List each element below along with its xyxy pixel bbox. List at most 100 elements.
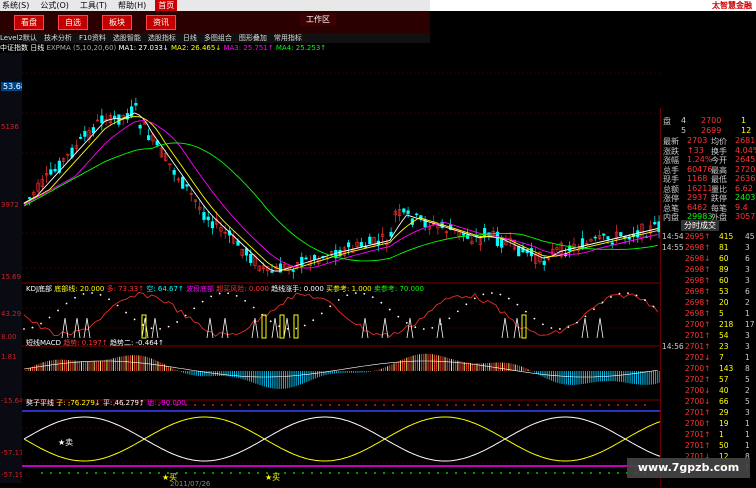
candle-body — [653, 222, 657, 225]
signal-dot — [446, 404, 448, 406]
tick-tab[interactable]: 分时成交 — [681, 220, 719, 231]
signal-dot — [230, 472, 232, 474]
kdj-dot — [235, 294, 238, 297]
candle-body — [415, 213, 419, 216]
tick-count: 3 — [745, 243, 750, 252]
overlay-dropdown[interactable]: 图形叠加 — [239, 33, 267, 43]
signal-dot — [419, 472, 421, 474]
level2-dropdown[interactable]: Level2默认 — [0, 33, 37, 43]
chart-info-bar: 中证指数 日线 EXPMA (5,10,20,60) MA1: 27.033↓ … — [0, 43, 660, 53]
tick-volume: 54 — [719, 331, 729, 340]
menu-help[interactable]: 帮助(H) — [116, 0, 146, 11]
left-sidebar: 5136 3972 15.69 43.29 8.00 1.81 -15.64 -… — [0, 53, 24, 483]
quote-value: 2636 — [735, 174, 756, 183]
kdj-dot — [405, 321, 408, 324]
signal-dot — [221, 472, 223, 474]
sector-button[interactable]: 板块 — [102, 14, 132, 30]
tick-volume: 53 — [719, 287, 729, 296]
candle-body — [270, 270, 274, 273]
signal-dot — [401, 404, 403, 406]
menu-home[interactable]: 首页 — [155, 0, 178, 11]
smart-pick-dropdown[interactable]: 选股智能 — [113, 33, 141, 43]
candle-body — [83, 131, 87, 137]
signal-dot — [554, 472, 556, 474]
bottom-legend: 獒子平线 子: -76.279↓ 平: 46.279↑ 地: -90.000 — [26, 398, 186, 408]
workarea-tab[interactable]: 工作区 — [300, 13, 336, 26]
kdj-dot — [482, 293, 485, 296]
menu-tools[interactable]: 工具(T) — [78, 0, 107, 11]
axis-label-9: -57.19 — [1, 471, 24, 479]
quote-value: 2403 — [735, 193, 756, 202]
signal-dot — [338, 404, 340, 406]
tick-volume: 20 — [719, 298, 729, 307]
bottom-item-3: 地: -90.000 — [147, 399, 186, 407]
favorites-button[interactable]: 自选 — [58, 14, 88, 30]
kdj-dot — [150, 327, 153, 330]
signal-dot — [77, 472, 79, 474]
axis-label-8: -57.17 — [1, 449, 24, 457]
tick-price: 2698↑ — [685, 265, 711, 274]
kdj-dot — [652, 305, 655, 308]
signal-dot — [491, 472, 493, 474]
signal-dot — [437, 472, 439, 474]
signal-dot — [392, 472, 394, 474]
tick-price: 2698↑ — [685, 287, 711, 296]
signal-dot — [68, 472, 70, 474]
signal-dot — [329, 472, 331, 474]
signal-dot — [473, 404, 475, 406]
quote-panel: 盘4270015269912最新2703均价2681涨跌↑33换手4.04%涨幅… — [660, 108, 756, 487]
kdj-dot — [422, 328, 425, 330]
tick-time: 14:56 — [662, 342, 684, 351]
news-button[interactable]: 资讯 — [146, 14, 176, 30]
signal-dot — [518, 472, 520, 474]
kdj-dot — [176, 321, 179, 323]
candle-body — [27, 197, 32, 199]
kdj-dot — [576, 321, 578, 324]
period-dropdown[interactable]: 日线 — [183, 33, 197, 43]
tick-volume: 66 — [719, 397, 729, 406]
kdj-dot — [40, 322, 42, 325]
watch-button[interactable]: 看盘 — [14, 14, 44, 30]
menu-formula[interactable]: 公式(O) — [38, 0, 69, 11]
signal-dot — [59, 472, 61, 474]
indicator-pick-dropdown[interactable]: 选股指标 — [148, 33, 176, 43]
quote-label: 内盘 — [663, 213, 679, 222]
tick-price: 2700↑ — [685, 320, 711, 329]
signal-dot — [545, 404, 547, 406]
brand-text: 太智慧金融 — [712, 1, 752, 10]
candle-body — [602, 233, 606, 236]
candle-body — [113, 115, 117, 119]
candle-body — [138, 124, 142, 129]
f10-button[interactable]: F10资料 — [79, 33, 106, 43]
candle-body — [542, 260, 546, 265]
tick-price: 2701↑ — [685, 441, 711, 450]
kdj-dot — [31, 326, 34, 329]
candle-body — [185, 184, 189, 187]
tick-time: 14:54 — [662, 232, 684, 241]
tick-count: 6 — [745, 287, 750, 296]
quote-value: 1168 — [687, 174, 708, 183]
signal-dot — [536, 472, 538, 474]
kdj-dot — [329, 305, 332, 308]
tech-analysis-dropdown[interactable]: 技术分析 — [44, 33, 72, 43]
common-indicator-dropdown[interactable]: 常用指标 — [274, 33, 302, 43]
signal-dot — [266, 404, 268, 406]
tick-count: 1 — [745, 419, 750, 428]
kdj-dot — [57, 309, 59, 312]
kdj-dot — [516, 303, 519, 306]
tick-volume: 57 — [719, 375, 729, 384]
multi-chart-dropdown[interactable]: 多图组合 — [204, 33, 232, 43]
kdj-dot — [380, 301, 383, 304]
kdj-dot — [303, 324, 306, 327]
signal-dot — [617, 472, 619, 474]
menu-system[interactable]: 系统(S) — [0, 0, 29, 11]
tick-price: 2698↑ — [685, 243, 711, 252]
kdj-dot — [116, 304, 119, 307]
signal-dot — [482, 472, 484, 474]
kdj-dot — [320, 312, 323, 315]
quote-value: 2720 — [735, 164, 756, 174]
tick-price: 2700↓ — [685, 397, 711, 406]
tick-price: 2701↑ — [685, 331, 711, 340]
tick-volume: 29 — [719, 408, 729, 417]
chart-area[interactable] — [22, 53, 660, 487]
